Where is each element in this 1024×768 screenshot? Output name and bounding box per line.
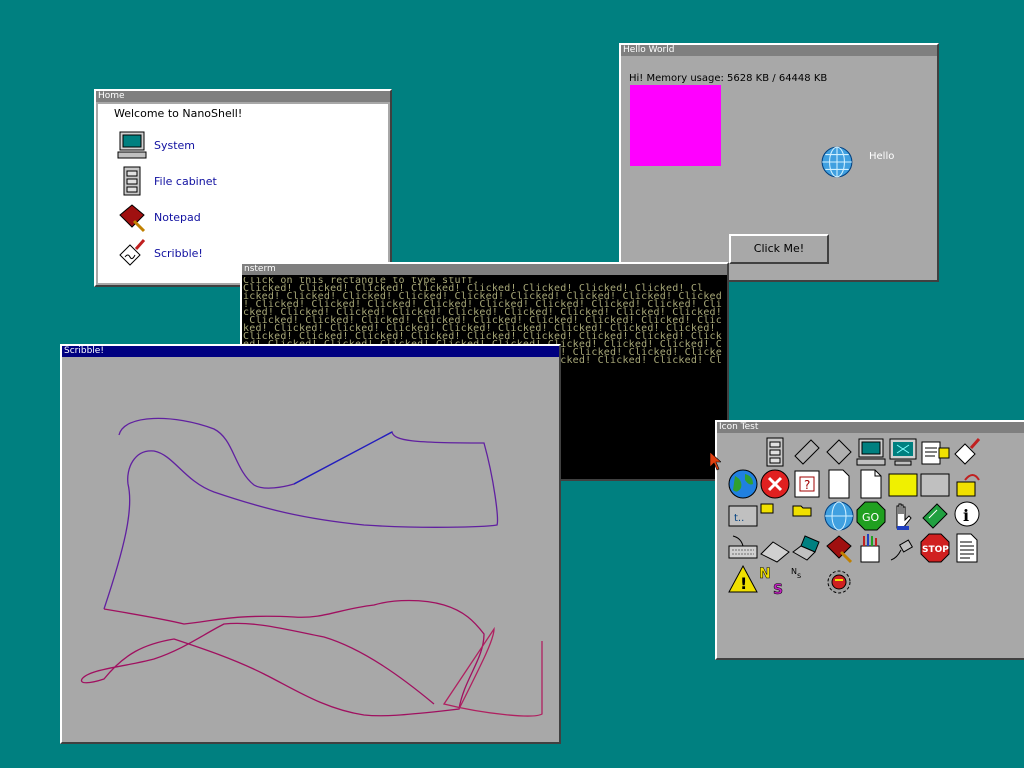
computer-icon — [117, 131, 147, 159]
ns-logo-icon: NS — [759, 564, 791, 599]
chip-icon — [823, 436, 855, 468]
welcome-text: Welcome to NanoShell! — [114, 107, 243, 120]
folder-open-icon — [791, 500, 823, 532]
launch-label-system: System — [154, 138, 196, 152]
svg-text:t..: t.. — [734, 513, 744, 524]
stop-icon: STOP — [919, 532, 951, 564]
svg-text:?: ? — [804, 478, 810, 492]
ns-logo-small-icon: Ns — [791, 564, 823, 596]
launch-label-scribble: Scribble! — [154, 246, 203, 260]
svg-text:GO: GO — [862, 511, 880, 524]
notepad-icon — [119, 204, 146, 233]
magenta-swatch — [630, 85, 721, 166]
bomb-icon — [823, 564, 855, 596]
file-icon — [855, 468, 887, 500]
paint-icon — [855, 532, 887, 564]
monitor-icon — [887, 436, 919, 468]
click-me-button[interactable]: Click Me! — [729, 234, 829, 264]
info-icon: i — [951, 500, 983, 532]
stroke-3 — [80, 599, 485, 717]
launch-item-system[interactable]: System — [116, 130, 316, 160]
warning-icon: ! — [727, 564, 759, 596]
folder-parent-icon: t.. — [727, 500, 759, 532]
file-cabinet-icon — [759, 436, 791, 468]
mouse-cursor-icon — [709, 451, 721, 471]
scribble-titlebar[interactable]: Scribble! — [62, 346, 559, 357]
scribble-canvas[interactable] — [64, 359, 557, 740]
svg-text:i: i — [963, 506, 969, 525]
icon-test-titlebar[interactable]: Icon Test — [717, 422, 1024, 433]
globe-icon — [821, 146, 853, 178]
globe-icon — [727, 468, 759, 500]
folder-yellow-icon — [887, 468, 919, 500]
svg-text:!: ! — [740, 574, 747, 593]
home-content: Welcome to NanoShell! System File cabine… — [98, 104, 388, 283]
home-window[interactable]: Home Welcome to NanoShell! System File c… — [94, 89, 392, 287]
svg-text:STOP: STOP — [922, 545, 949, 555]
folder-link-icon — [951, 468, 983, 500]
svg-text:s: s — [797, 571, 801, 580]
svg-text:S: S — [773, 582, 783, 596]
terminal-titlebar[interactable]: nsterm — [242, 264, 727, 275]
keyboard-icon — [759, 532, 791, 564]
hand-icon — [887, 500, 919, 532]
error-icon — [759, 468, 791, 500]
file-cabinet-icon — [123, 166, 141, 196]
stroke-1 — [103, 417, 499, 610]
stroke-4 — [442, 626, 543, 717]
keyboard-icon — [727, 532, 759, 564]
globe-icon — [823, 500, 855, 532]
computer-icon — [855, 436, 887, 468]
file-icon — [823, 468, 855, 500]
launch-label-file-cabinet: File cabinet — [154, 174, 217, 188]
go-icon: GO — [855, 500, 887, 532]
chip-icon — [791, 436, 823, 468]
plug-icon — [887, 532, 919, 564]
icon-test-window[interactable]: Icon Test ? t.. GO i STOP ! NS Ns — [715, 420, 1024, 660]
home-titlebar[interactable]: Home — [96, 91, 390, 102]
launch-item-notepad[interactable]: Notepad — [116, 202, 316, 233]
hello-label: Hello — [869, 151, 895, 162]
hello-world-window[interactable]: Hello World Hi! Memory usage: 5628 KB / … — [619, 43, 939, 282]
scribble-icon — [951, 436, 983, 468]
launch-item-file-cabinet[interactable]: File cabinet — [116, 166, 316, 196]
svg-text:N: N — [759, 566, 771, 582]
scribble-icon — [119, 239, 146, 266]
text-file-icon — [951, 532, 983, 564]
folder-small-icon — [759, 500, 791, 532]
scribble-drawing — [80, 417, 543, 717]
launch-label-notepad: Notepad — [154, 210, 201, 224]
memory-usage-text: Hi! Memory usage: 5628 KB / 64448 KB — [629, 73, 828, 84]
scribble-window[interactable]: Scribble! — [60, 344, 561, 744]
book-icon — [919, 500, 951, 532]
notepad-edit-icon — [919, 436, 951, 468]
notepad-icon — [823, 532, 855, 564]
folder-gray-icon — [919, 468, 951, 500]
help-file-icon: ? — [791, 468, 823, 500]
hello-titlebar[interactable]: Hello World — [621, 45, 937, 56]
stroke-2 — [293, 431, 393, 485]
laptop-icon — [791, 532, 823, 564]
